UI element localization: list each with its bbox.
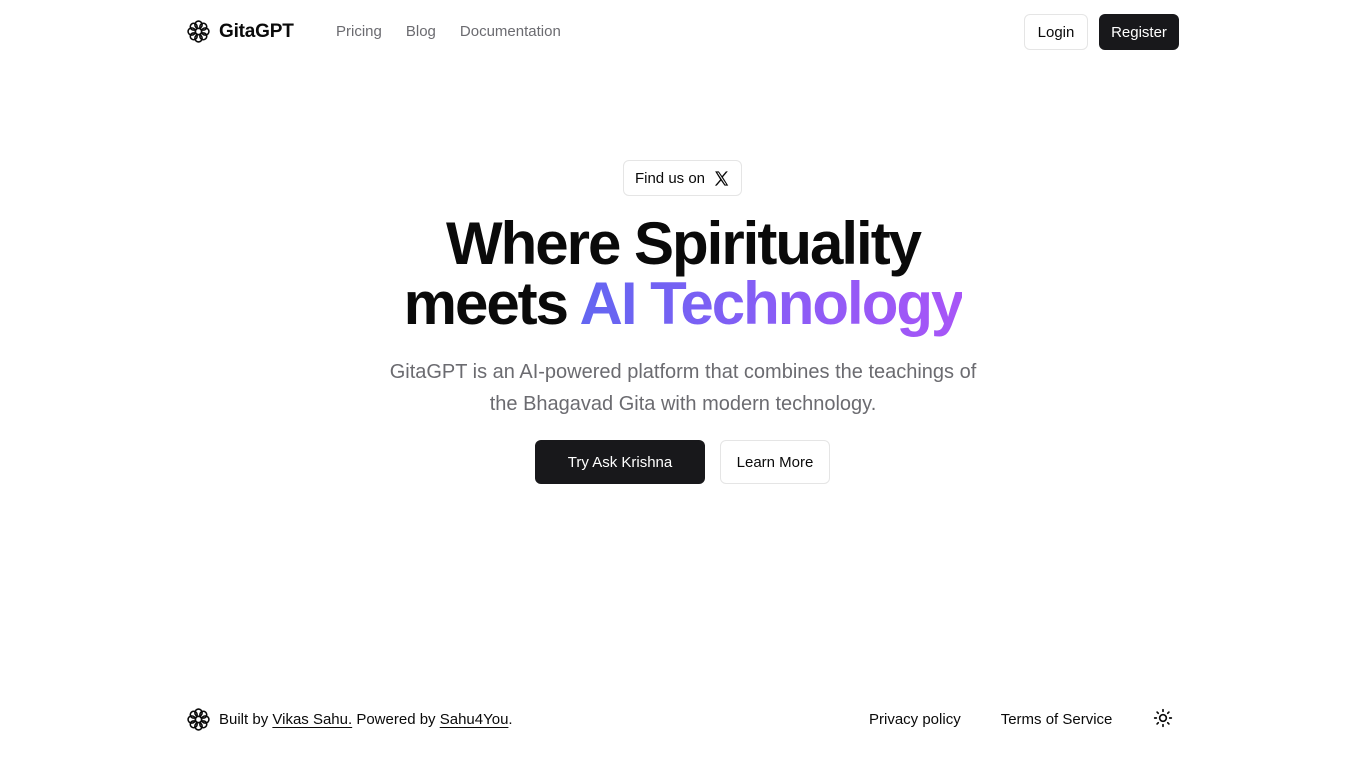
author-link[interactable]: Vikas Sahu. bbox=[272, 711, 352, 728]
built-by-label: Built by bbox=[219, 711, 269, 728]
x-logo-icon bbox=[713, 170, 730, 187]
login-button[interactable]: Login bbox=[1024, 14, 1088, 50]
brand-name: GitaGPT bbox=[219, 20, 294, 42]
flower-logo-icon bbox=[186, 707, 211, 732]
find-us-label: Find us on bbox=[634, 169, 706, 187]
brand-logo-link[interactable]: GitaGPT bbox=[186, 19, 294, 44]
terms-of-service-link[interactable]: Terms of Service bbox=[1001, 711, 1113, 728]
nav-link-pricing[interactable]: Pricing bbox=[336, 23, 382, 40]
flower-logo-icon bbox=[186, 19, 211, 44]
nav-link-documentation[interactable]: Documentation bbox=[460, 23, 561, 40]
footer-credits: Built by Vikas Sahu. Powered by Sahu4You… bbox=[186, 707, 513, 732]
theme-toggle-button[interactable] bbox=[1151, 708, 1175, 732]
hero-subtitle: GitaGPT is an AI-powered platform that c… bbox=[389, 361, 977, 415]
try-ask-krishna-button[interactable]: Try Ask Krishna bbox=[535, 440, 705, 484]
headline-highlight: AI Technology bbox=[579, 270, 964, 337]
footer-period: . bbox=[508, 711, 513, 728]
powered-by-link[interactable]: Sahu4You bbox=[440, 711, 509, 728]
main-nav: Pricing Blog Documentation bbox=[336, 23, 561, 40]
powered-by-label: Powered by bbox=[356, 711, 436, 728]
site-header: GitaGPT Pricing Blog Documentation Login… bbox=[0, 0, 1366, 64]
sun-icon bbox=[1153, 708, 1173, 733]
privacy-policy-link[interactable]: Privacy policy bbox=[869, 711, 961, 728]
hero-headline: Where Spirituality meets AI Technology bbox=[0, 214, 1366, 334]
headline-prefix: meets bbox=[403, 270, 580, 337]
learn-more-button[interactable]: Learn More bbox=[720, 440, 830, 484]
register-button[interactable]: Register bbox=[1099, 14, 1179, 50]
headline-line-2: meets AI Technology bbox=[0, 274, 1366, 334]
find-us-on-x-link[interactable]: Find us on bbox=[623, 160, 742, 196]
nav-link-blog[interactable]: Blog bbox=[406, 23, 436, 40]
headline-line-1: Where Spirituality bbox=[445, 210, 922, 277]
footer-links: Privacy policy Terms of Service bbox=[869, 711, 1112, 728]
footer-credit-text: Built by Vikas Sahu. Powered by Sahu4You… bbox=[219, 711, 513, 728]
